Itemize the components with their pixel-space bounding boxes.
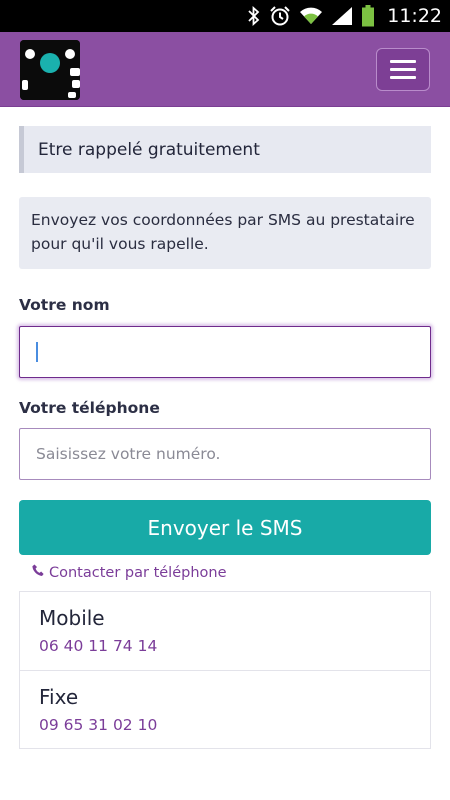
app-logo-icon[interactable] [20,40,80,100]
status-bar: 11:22 [0,0,450,32]
name-input[interactable] [19,326,431,378]
hamburger-menu-icon [390,60,416,63]
list-item-mobile: Mobile 06 40 11 74 14 [20,592,430,670]
menu-toggle-button[interactable] [376,48,430,91]
phone-icon [32,564,44,581]
contact-by-phone-link[interactable]: Contacter par téléphone [32,564,227,581]
page-title-banner: Etre rappelé gratuitement [19,126,431,173]
send-sms-button[interactable]: Envoyer le SMS [19,500,431,555]
phone-label: Votre téléphone [19,399,160,417]
text-caret [36,342,38,362]
bluetooth-icon [247,6,261,26]
mobile-number-link[interactable]: 06 40 11 74 14 [39,637,157,655]
info-box: Envoyez vos coordonnées par SMS au prest… [19,197,431,269]
info-text: Envoyez vos coordonnées par SMS au prest… [31,211,415,253]
app-navbar [0,32,450,107]
phone-input[interactable] [19,428,431,480]
phone-type-label: Fixe [39,685,79,709]
page-title: Etre rappelé gratuitement [38,139,260,160]
signal-icon [331,6,353,26]
wifi-icon [299,6,323,26]
phone-type-label: Mobile [39,606,105,630]
phone-list: Mobile 06 40 11 74 14 Fixe 09 65 31 02 1… [19,591,431,749]
status-time: 11:22 [387,5,442,27]
battery-icon [361,5,375,27]
list-item-landline: Fixe 09 65 31 02 10 [20,670,430,748]
alarm-clock-icon [269,5,291,27]
landline-number-link[interactable]: 09 65 31 02 10 [39,716,157,734]
name-label: Votre nom [19,296,110,314]
contact-by-phone-label: Contacter par téléphone [49,564,227,581]
